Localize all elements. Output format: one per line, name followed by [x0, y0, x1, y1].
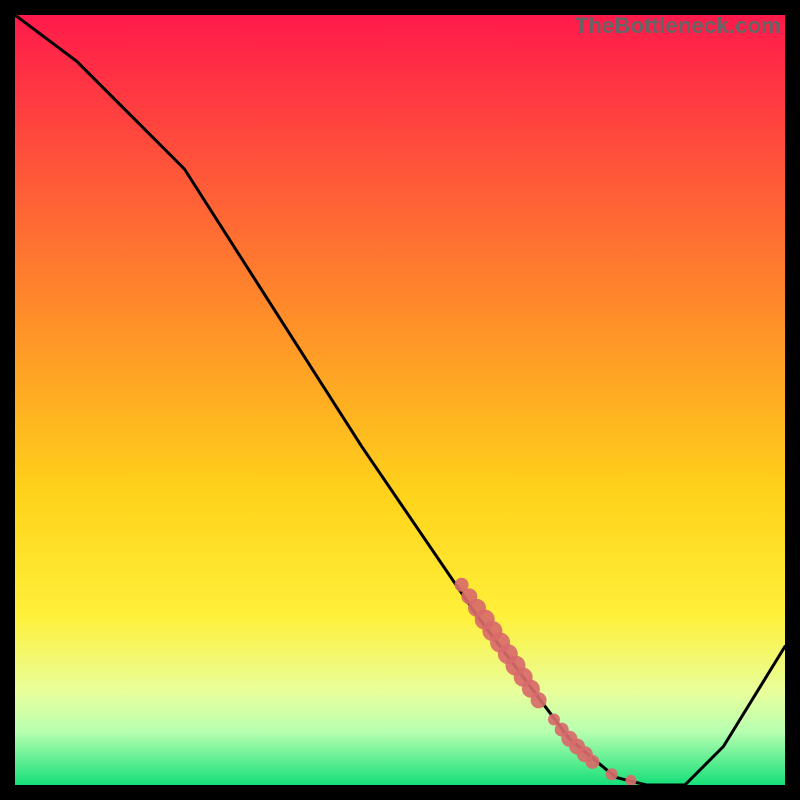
watermark-text: TheBottleneck.com [575, 13, 781, 39]
chart-svg [15, 15, 785, 785]
chart-frame: TheBottleneck.com [15, 15, 785, 785]
marker-dot [586, 755, 600, 769]
marker-dot [606, 768, 618, 780]
marker-dot [531, 692, 547, 708]
gradient-background [15, 15, 785, 785]
